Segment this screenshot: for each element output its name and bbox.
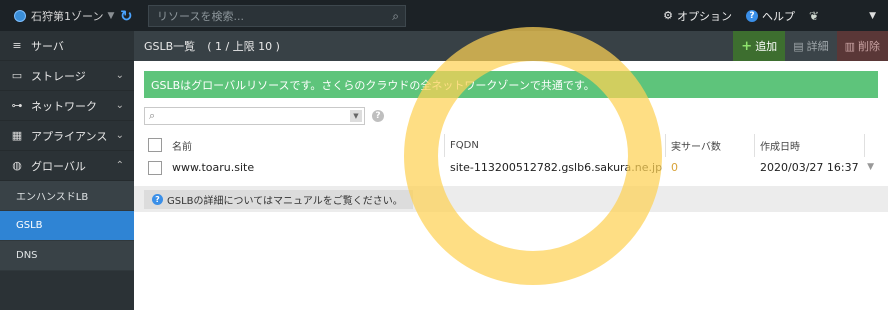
manual-link[interactable]: ? GSLBの詳細についてはマニュアルをご覧ください。 <box>144 190 413 209</box>
option-label: オプション <box>677 9 733 23</box>
info-notice: GSLBはグローバルリソースです。さくらのクラウドの全ネットワークゾーンで共通で… <box>144 71 878 98</box>
top-bar: 石狩第1ゾーン ▼ ↻ リソースを検索... ⌕ ⚙ オプション ? ヘルプ ❦… <box>0 0 888 31</box>
sidebar-item-appliance[interactable]: ▦ アプライアンス ⌄ <box>0 121 134 151</box>
trash-icon: ▥ <box>844 39 855 53</box>
detail-button-label: 詳細 <box>806 40 829 53</box>
help-icon[interactable]: ? <box>372 110 384 122</box>
cell-servers: 0 <box>671 161 678 174</box>
search-icon: ⌕ <box>149 109 156 122</box>
page-title: GSLB一覧 <box>144 40 196 53</box>
sidebar-item-label: ストレージ <box>31 69 86 83</box>
chevron-down-icon: ⌄ <box>115 130 124 141</box>
appliance-icon: ▦ <box>11 129 23 142</box>
search-icon[interactable]: ⌕ <box>392 9 399 24</box>
sidebar-item-label: ネットワーク <box>31 99 97 113</box>
column-header-name[interactable]: 名前 <box>172 138 192 153</box>
sidebar-subitem-label: エンハンスドLB <box>16 192 89 203</box>
help-menu[interactable]: ? ヘルプ <box>746 8 795 24</box>
row-checkbox[interactable] <box>148 161 162 175</box>
cell-name: www.toaru.site <box>172 161 255 174</box>
sidebar-subitem-gslb[interactable]: GSLB <box>0 211 134 241</box>
cell-created: 2020/03/27 16:37 <box>760 161 859 174</box>
sidebar-item-label: グローバル <box>31 159 86 173</box>
column-header-servers[interactable]: 実サーバ数 <box>671 138 721 153</box>
gear-icon: ⚙ <box>663 9 674 22</box>
column-header-fqdn[interactable]: FQDN <box>450 140 479 151</box>
column-header-created[interactable]: 作成日時 <box>760 138 800 153</box>
sidebar-subitem-label: DNS <box>16 250 38 261</box>
zone-label: 石狩第1ゾーン <box>31 9 104 23</box>
user-menu-chevron-icon[interactable]: ▼ <box>869 11 876 21</box>
sidebar-item-label: アプライアンス <box>31 129 108 143</box>
help-icon: ? <box>152 194 163 205</box>
sidebar-subitem-enhanced-lb[interactable]: エンハンスドLB <box>0 181 134 211</box>
notice-text: GSLBはグローバルリソースです。さくらのクラウドの全ネットワークゾーンで共通で… <box>151 78 595 92</box>
table-header: 名前 FQDN 実サーバ数 作成日時 <box>144 134 878 157</box>
sidebar-item-network[interactable]: ⊶ ネットワーク ⌄ <box>0 91 134 121</box>
filter-input[interactable]: ⌕ ▼ <box>144 107 365 125</box>
detail-button[interactable]: ▤ 詳細 <box>785 31 837 61</box>
sidebar-item-server[interactable]: ≡ サーバ <box>0 31 134 61</box>
select-all-checkbox[interactable] <box>148 138 162 152</box>
help-label: ヘルプ <box>762 9 796 23</box>
plus-icon: + <box>741 38 753 54</box>
sidebar-item-storage[interactable]: ▭ ストレージ ⌄ <box>0 61 134 91</box>
manual-text: GSLBの詳細についてはマニュアルをご覧ください。 <box>167 196 403 207</box>
sidebar-item-global[interactable]: ◍ グローバル ⌃ <box>0 151 134 181</box>
network-icon: ⊶ <box>11 99 23 112</box>
refresh-icon[interactable]: ↻ <box>120 7 140 25</box>
chevron-down-icon: ⌄ <box>115 70 124 81</box>
detail-icon: ▤ <box>793 39 804 53</box>
table-footer: ? GSLBの詳細についてはマニュアルをご覧ください。 <box>134 186 888 212</box>
storage-icon: ▭ <box>11 69 23 82</box>
zone-selector[interactable]: 石狩第1ゾーン ▼ <box>0 8 118 24</box>
delete-button-label: 削除 <box>858 40 880 53</box>
column-divider <box>864 134 865 157</box>
row-expand-icon[interactable]: ▼ <box>867 162 874 172</box>
list-header-bar: GSLB一覧 ( 1 / 上限 10 ) + 追加 ▤ 詳細 ▥ 削除 <box>134 31 888 61</box>
sidebar-item-label: サーバ <box>31 39 64 53</box>
delete-button[interactable]: ▥ 削除 <box>836 31 888 61</box>
column-divider <box>665 134 666 157</box>
sidebar: ≡ サーバ ▭ ストレージ ⌄ ⊶ ネットワーク ⌄ ▦ アプライアンス ⌄ ◍… <box>0 31 134 310</box>
sidebar-subitem-label: GSLB <box>16 220 43 231</box>
globe-icon: ◍ <box>12 159 22 172</box>
chevron-down-icon: ▼ <box>107 10 115 21</box>
sidebar-subitem-dns[interactable]: DNS <box>0 241 134 271</box>
add-button-label: 追加 <box>755 40 778 53</box>
filter-dropdown-icon[interactable]: ▼ <box>350 110 362 122</box>
chevron-down-icon: ⌄ <box>115 100 124 111</box>
search-input[interactable]: リソースを検索... ⌕ <box>148 4 406 27</box>
cell-fqdn: site-113200512782.gslb6.sakura.ne.jp <box>450 161 663 174</box>
column-divider <box>754 134 755 157</box>
leaf-icon[interactable]: ❦ <box>809 9 819 23</box>
resource-count: ( 1 / 上限 10 ) <box>207 40 280 53</box>
add-button[interactable]: + 追加 <box>733 31 786 61</box>
globe-icon <box>14 9 26 22</box>
table-row[interactable]: www.toaru.site site-113200512782.gslb6.s… <box>144 157 878 180</box>
server-icon: ≡ <box>12 39 22 52</box>
main-panel: GSLB一覧 ( 1 / 上限 10 ) + 追加 ▤ 詳細 ▥ 削除 GSLB… <box>134 31 888 310</box>
column-divider <box>444 134 445 157</box>
help-icon: ? <box>746 9 759 22</box>
option-menu[interactable]: ⚙ オプション <box>663 8 732 24</box>
chevron-up-icon: ⌃ <box>115 160 124 171</box>
search-placeholder: リソースを検索... <box>157 9 244 23</box>
